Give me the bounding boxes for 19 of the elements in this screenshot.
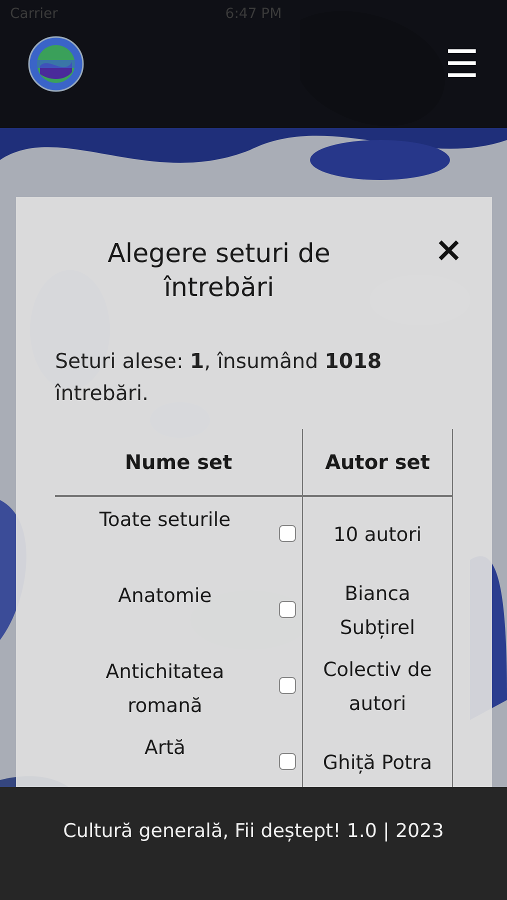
dialog-title: Alegere seturi de întrebări bbox=[106, 238, 332, 305]
set-name: Anatomie bbox=[117, 583, 213, 609]
set-name: Artă bbox=[144, 735, 186, 761]
set-checkbox[interactable] bbox=[279, 753, 296, 770]
set-checkbox[interactable] bbox=[279, 525, 296, 542]
set-author: 10 autori bbox=[302, 496, 452, 573]
close-button[interactable]: × bbox=[434, 233, 463, 267]
set-name: Toate seturile bbox=[98, 507, 232, 533]
set-author: Bianca Subțirel bbox=[302, 573, 452, 649]
menu-button[interactable]: ☰ bbox=[444, 45, 479, 83]
set-checkbox[interactable] bbox=[279, 601, 296, 618]
set-name: Antichitatea romană bbox=[104, 659, 226, 719]
set-checkbox[interactable] bbox=[279, 677, 296, 694]
globe-logo-icon bbox=[28, 36, 84, 92]
set-author: Colectiv de autori bbox=[302, 649, 452, 725]
footer-text: Cultură generală, Fii deștept! 1.0 | 2023 bbox=[62, 819, 445, 844]
selection-summary: Seturi alese: 1, însumând 1018 întrebări. bbox=[55, 348, 383, 407]
column-header: Autor set bbox=[302, 429, 452, 496]
column-header: Nume set bbox=[55, 429, 302, 496]
